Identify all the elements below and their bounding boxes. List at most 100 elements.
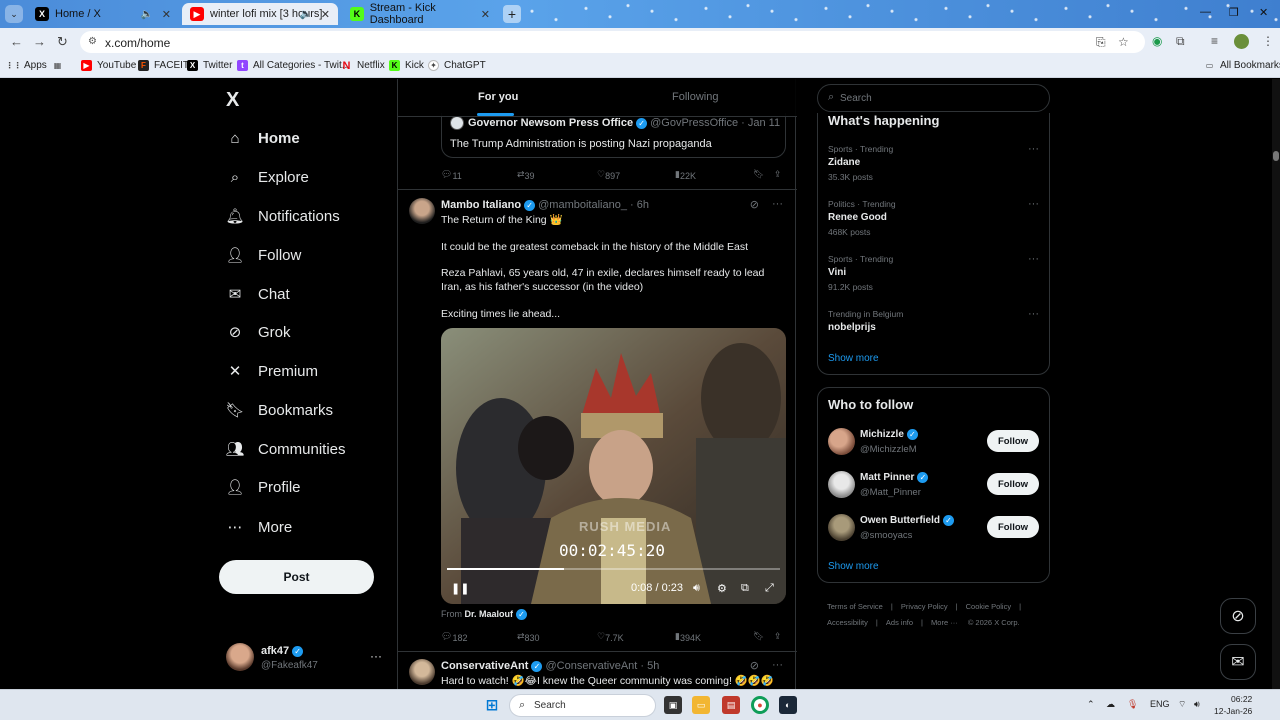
post-button[interactable]: Post <box>219 560 374 594</box>
repost-button[interactable]: ⇄ 39 <box>517 169 535 181</box>
volume-icon[interactable]: 🔊︎ <box>693 582 700 595</box>
share-icon[interactable]: ⇪ <box>774 631 782 642</box>
tray-chevron-icon[interactable]: ⌃ <box>1087 699 1095 710</box>
reload-icon[interactable]: ↻ <box>57 34 68 50</box>
share-icon[interactable]: ⇪ <box>774 169 782 180</box>
forward-icon[interactable]: → <box>33 34 46 49</box>
views-stat[interactable]: ▮ 394K <box>675 631 701 643</box>
bookmark-twitch[interactable]: t All Categories - Twit... <box>237 60 350 71</box>
more-dots-icon[interactable]: ··· <box>370 649 382 663</box>
more-dots-icon[interactable]: ··· <box>1028 253 1039 265</box>
back-icon[interactable]: ← <box>10 34 23 49</box>
trend-name[interactable]: Zidane <box>828 157 860 168</box>
close-icon[interactable]: ✕ <box>321 8 330 21</box>
video-source[interactable]: From Dr. Maalouf ✓ <box>441 609 528 621</box>
tab-kick-dashboard[interactable]: K Stream - Kick Dashboard ✕ <box>342 2 498 26</box>
install-icon[interactable]: ⎘ <box>1096 35 1106 50</box>
views-stat[interactable]: ▮ 22K <box>675 169 696 181</box>
bookmark-faceit[interactable]: F FACEIT <box>138 60 189 71</box>
bookmark-icon[interactable]: 🔖︎ <box>753 631 764 642</box>
scroll-thumb[interactable] <box>1273 151 1279 161</box>
new-tab-button[interactable]: + <box>503 5 521 23</box>
pip-icon[interactable]: ⧉ <box>741 582 749 595</box>
settings-icon[interactable]: ⚙ <box>717 582 727 595</box>
show-more-link[interactable]: Show more <box>828 561 879 572</box>
fullscreen-icon[interactable]: ⤢ <box>765 582 774 595</box>
window-close-icon[interactable]: ✕ <box>1259 6 1268 19</box>
clock[interactable]: 06:22 12-Jan-26 <box>1214 693 1252 717</box>
tab-youtube-lofi[interactable]: ▶ winter lofi mix [3 hours] 🔈 ✕ <box>182 3 338 25</box>
bookmark-chatgpt[interactable]: ✦ ChatGPT <box>428 60 486 71</box>
nav-bookmarks[interactable]: 🔖︎ Bookmarks <box>225 398 333 422</box>
follow-button[interactable]: Follow <box>987 430 1039 452</box>
taskbar-search[interactable]: ⌕ Search <box>509 694 656 717</box>
footer-link[interactable]: Terms of Service <box>827 602 883 611</box>
restore-icon[interactable]: ❐ <box>1229 6 1239 19</box>
trend-name[interactable]: nobelprijs <box>828 322 876 333</box>
onedrive-icon[interactable]: ☁ <box>1106 699 1115 710</box>
more-dots-icon[interactable]: ··· <box>1028 143 1039 155</box>
bookmark-icon[interactable]: 🔖︎ <box>753 169 764 180</box>
app-icon[interactable]: ▤ <box>722 696 740 714</box>
chrome-icon[interactable]: ● <box>751 696 769 714</box>
grok-icon[interactable]: ⊘ <box>750 198 759 211</box>
follow-button[interactable]: Follow <box>987 473 1039 495</box>
reading-list-icon[interactable]: ≡ <box>1211 34 1218 48</box>
more-dots-icon[interactable]: ··· <box>772 659 783 671</box>
like-button[interactable]: ♡ 897 <box>597 169 620 181</box>
address-bar[interactable]: ⚙ x.com/home ⎘ ☆ <box>80 31 1145 53</box>
video-player[interactable]: RUSH MEDIA 00:02:45:20 ❚❚ 0:08 / 0:23 🔊︎… <box>441 328 786 604</box>
account-switcher[interactable]: afk47 ✓ @Fakeafk47 ··· <box>226 641 386 677</box>
repost-button[interactable]: ⇄ 830 <box>517 631 540 643</box>
speaker-icon[interactable]: 🔈 <box>141 9 153 20</box>
close-icon[interactable]: ✕ <box>162 8 171 21</box>
more-dots-icon[interactable]: ··· <box>1028 308 1039 320</box>
nav-notifications[interactable]: 🔔︎ Notifications <box>225 204 339 228</box>
bookmark-twitter[interactable]: X Twitter <box>187 60 232 71</box>
trend-name[interactable]: Renee Good <box>828 212 887 223</box>
steam-icon[interactable]: ◐ <box>779 696 797 714</box>
show-more-link[interactable]: Show more <box>828 353 879 364</box>
language-indicator[interactable]: ENG <box>1150 699 1170 709</box>
minimize-icon[interactable]: — <box>1200 6 1211 18</box>
site-info-icon[interactable]: ⚙ <box>88 36 97 47</box>
quoted-tweet[interactable]: Governor Newsom Press Office ✓ @GovPressO… <box>441 113 786 158</box>
bookmark-netflix[interactable]: N Netflix <box>341 60 385 72</box>
bookmark-kick[interactable]: K Kick <box>389 60 424 71</box>
reply-button[interactable]: 💬︎ 182 <box>441 631 467 643</box>
trend-name[interactable]: Vini <box>828 267 846 278</box>
profile-avatar[interactable] <box>1234 34 1249 49</box>
nav-explore[interactable]: ⌕ Explore <box>226 165 309 189</box>
file-explorer-icon[interactable]: ▭ <box>692 696 710 714</box>
footer-link[interactable]: Privacy Policy <box>901 602 948 611</box>
more-dots-icon[interactable]: ··· <box>1028 198 1039 210</box>
bookmark-apps[interactable]: ⋮⋮ Apps <box>6 60 47 71</box>
grok-fab-button[interactable]: ⊘ <box>1220 598 1256 634</box>
wifi-icon[interactable]: ⌔ <box>1178 699 1186 710</box>
nav-premium[interactable]: ✕ Premium <box>226 359 318 383</box>
nav-follow[interactable]: 👤︎ Follow <box>225 243 301 267</box>
menu-dots-icon[interactable]: ⋮ <box>1262 34 1274 48</box>
reply-button[interactable]: 💬︎ 11 <box>441 169 462 181</box>
nav-profile[interactable]: 👤︎ Profile <box>225 475 300 499</box>
grok-icon[interactable]: ⊘ <box>750 659 759 672</box>
nav-chat[interactable]: ✉ Chat <box>226 282 290 306</box>
tab-x-home[interactable]: X Home / X 🔈 ✕ <box>27 3 179 25</box>
close-icon[interactable]: ✕ <box>481 8 490 21</box>
all-bookmarks[interactable]: ▭ All Bookmarks <box>1204 60 1280 71</box>
avatar[interactable] <box>828 428 855 455</box>
search-box[interactable]: ⌕ Search <box>817 84 1050 112</box>
bookmark-youtube[interactable]: ▶ YouTube <box>81 60 136 71</box>
page-scrollbar[interactable] <box>1272 79 1280 689</box>
tab-following[interactable]: Following <box>672 91 718 103</box>
more-dots-icon[interactable]: ··· <box>772 198 783 210</box>
follow-button[interactable]: Follow <box>987 516 1039 538</box>
task-view-icon[interactable]: ▣ <box>664 696 682 714</box>
nav-grok[interactable]: ⊘ Grok <box>226 320 291 344</box>
avatar[interactable] <box>828 471 855 498</box>
avatar[interactable] <box>409 659 435 685</box>
extensions-puzzle-icon[interactable]: ⧉ <box>1176 34 1185 49</box>
like-button[interactable]: ♡ 7.7K <box>597 631 624 643</box>
speaker-icon[interactable]: 🔈 <box>300 9 312 20</box>
nav-home[interactable]: ⌂ Home <box>226 126 299 150</box>
